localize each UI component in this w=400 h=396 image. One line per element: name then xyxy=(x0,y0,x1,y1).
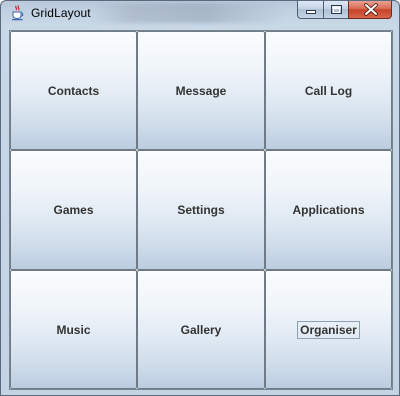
contacts-button-label: Contacts xyxy=(47,83,100,98)
button-grid: Contacts Message Call Log Games Settings… xyxy=(10,31,392,389)
gallery-button[interactable]: Gallery xyxy=(137,270,265,389)
applications-button[interactable]: Applications xyxy=(265,150,392,270)
contacts-button[interactable]: Contacts xyxy=(10,31,137,150)
minimize-icon xyxy=(306,10,316,14)
gallery-button-label: Gallery xyxy=(180,322,222,337)
close-icon xyxy=(364,3,378,16)
message-button-label: Message xyxy=(175,83,227,98)
organiser-button-label: Organiser xyxy=(297,320,360,339)
settings-button-label: Settings xyxy=(177,203,225,217)
close-button[interactable] xyxy=(348,1,392,19)
games-button-label: Games xyxy=(53,203,94,217)
message-button[interactable]: Message xyxy=(137,31,265,150)
call-log-button[interactable]: Call Log xyxy=(265,31,392,150)
java-coffee-cup-icon[interactable] xyxy=(11,5,25,21)
app-window: GridLayout Contacts Message Call Log Gam… xyxy=(0,0,400,396)
minimize-button[interactable] xyxy=(297,1,323,19)
maximize-button[interactable] xyxy=(323,1,348,19)
music-button[interactable]: Music xyxy=(10,270,137,389)
applications-button-label: Applications xyxy=(292,203,365,217)
music-button-label: Music xyxy=(56,322,91,337)
settings-button[interactable]: Settings xyxy=(137,150,265,270)
content-panel: Contacts Message Call Log Games Settings… xyxy=(9,30,393,390)
games-button[interactable]: Games xyxy=(10,150,137,270)
window-title: GridLayout xyxy=(31,6,91,20)
maximize-icon xyxy=(331,5,342,14)
window-controls xyxy=(297,1,392,19)
title-bar[interactable]: GridLayout xyxy=(1,1,399,25)
organiser-button[interactable]: Organiser xyxy=(265,270,392,389)
call-log-button-label: Call Log xyxy=(304,83,353,98)
title-bar-background-blur xyxy=(93,3,283,23)
